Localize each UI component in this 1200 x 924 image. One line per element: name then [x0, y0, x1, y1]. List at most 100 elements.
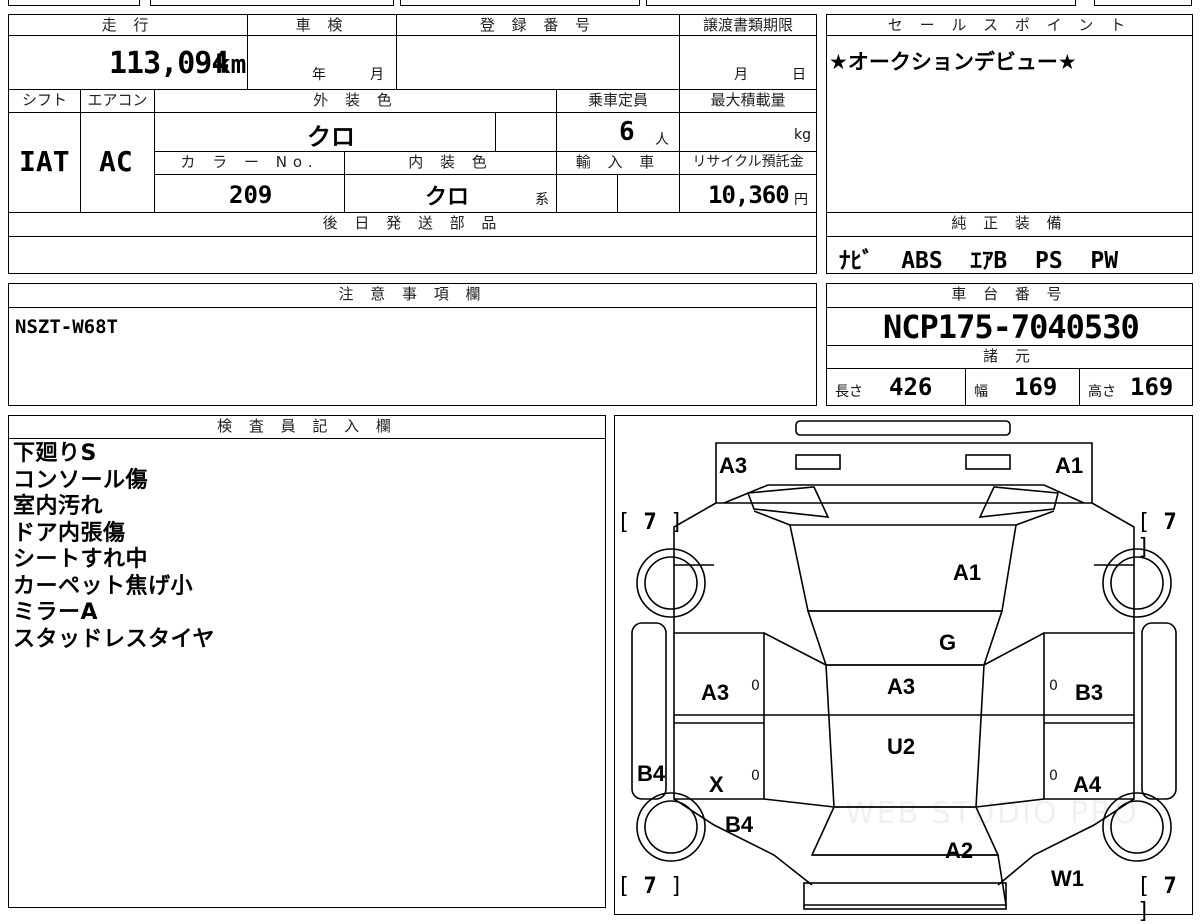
exterior-color-extra-cell	[495, 112, 557, 152]
later-parts-header: 後 日 発 送 部 品	[8, 212, 817, 237]
mark-hood: A1	[953, 560, 982, 585]
mark-roof: A3	[887, 674, 916, 699]
shaken-year-unit: 年	[312, 67, 326, 83]
inspector-line: 下廻りS	[13, 441, 97, 466]
sales-point-text: ★オークションデビュー★	[829, 50, 1077, 74]
transfer-deadline-header: 譲渡書類期限	[679, 14, 817, 36]
tire-rear-left: [ 7 ]	[617, 874, 684, 899]
inspector-lines: 下廻りS コンソール傷 室内汚れ ドア内張傷 シートすれ中 カーペット焦げ小 ミ…	[13, 441, 215, 653]
recycle-fee-value: 10,360	[708, 181, 790, 209]
mark-rear-door-left: X	[709, 772, 724, 797]
mark-rear-right: W1	[1051, 866, 1084, 891]
inspector-line: コンソール傷	[13, 467, 149, 493]
mark-windshield: G	[939, 630, 957, 655]
specs-width-label: 幅	[974, 384, 988, 400]
chassis-number-value: NCP175-7040530	[883, 308, 1140, 346]
shaken-month-unit: 月	[370, 67, 384, 83]
transfer-month-unit: 月	[734, 67, 748, 83]
notes-cell: NSZT-W68T	[8, 307, 817, 406]
exterior-color-cell: クロ	[154, 112, 496, 152]
notes-text: NSZT-W68T	[15, 316, 118, 338]
mark-front-door-right: B3	[1075, 680, 1104, 705]
inspector-line: スタッドレスタイヤ	[13, 626, 215, 652]
genuine-equipment-header: 純 正 装 備	[826, 212, 1193, 237]
genuine-equipment-items: ﾅﾋﾞ ABS ｴｱB PS PW	[839, 248, 1119, 274]
color-no-value: 209	[229, 181, 273, 209]
tire-front-left: [ 7 ]	[617, 510, 684, 535]
zero-marker: 0	[1049, 768, 1058, 784]
transfer-deadline-cell: 月 日	[679, 35, 817, 90]
shift-cell: IAT	[8, 112, 81, 213]
top-strip-cell-5	[1094, 0, 1192, 6]
top-strip-cell-2	[150, 0, 394, 6]
specs-length-label: 長さ	[835, 384, 863, 400]
capacity-header: 乗車定員	[556, 89, 680, 113]
capacity-unit: 人	[655, 132, 669, 148]
specs-width-value: 169	[1014, 373, 1058, 401]
exterior-color-value: クロ	[307, 123, 355, 151]
specs-length-cell: 長さ 426	[826, 368, 966, 406]
top-strip-cell-1	[8, 0, 140, 6]
mark-trunk: A2	[945, 838, 974, 863]
mileage-unit: km	[215, 50, 247, 80]
aircon-header: エアコン	[80, 89, 155, 113]
inspector-line: ミラーA	[13, 600, 99, 625]
recycle-fee-cell: 10,360 円	[679, 174, 817, 213]
exterior-color-header: 外 装 色	[154, 89, 557, 113]
zero-marker: 0	[1049, 678, 1058, 694]
inspector-line: カーペット焦げ小	[13, 573, 194, 599]
mark-front-left: A3	[719, 453, 748, 478]
top-strip-cell-4	[646, 0, 1076, 6]
tire-front-right: [ 7 ]	[1137, 510, 1177, 560]
specs-height-label: 高さ	[1088, 384, 1116, 400]
mark-front-door-left: A3	[701, 680, 730, 705]
color-no-header: カ ラ ー No.	[154, 151, 345, 175]
inspector-cell: 下廻りS コンソール傷 室内汚れ ドア内張傷 シートすれ中 カーペット焦げ小 ミ…	[8, 438, 606, 908]
genuine-equipment-cell: ﾅﾋﾞ ABS ｴｱB PS PW	[826, 236, 1193, 274]
import-cell-1	[556, 174, 618, 213]
recycle-fee-unit: 円	[794, 192, 808, 208]
later-parts-cell	[8, 236, 817, 274]
shaken-cell: 年 月	[247, 35, 397, 90]
transfer-day-unit: 日	[792, 67, 806, 83]
shift-header: シフト	[8, 89, 81, 113]
shift-value: IAT	[19, 145, 70, 178]
zero-marker: 0	[751, 678, 760, 694]
inspector-line: 室内汚れ	[13, 494, 104, 519]
car-outline	[631, 420, 1177, 910]
inspector-header: 検 査 員 記 入 欄	[8, 415, 606, 439]
mark-roof-rear: U2	[887, 734, 916, 759]
notes-header: 注 意 事 項 欄	[8, 283, 817, 308]
capacity-value: 6	[619, 117, 635, 147]
zero-marker: 0	[751, 768, 760, 784]
aircon-value: AC	[99, 145, 133, 178]
mark-rear-fender-left: B4	[725, 812, 754, 837]
capacity-cell: 6 人	[556, 112, 680, 152]
chassis-number-header: 車 台 番 号	[826, 283, 1193, 308]
mileage-value: 113,094	[109, 46, 229, 81]
specs-height-value: 169	[1130, 373, 1174, 401]
mark-rear-door-right: A4	[1073, 772, 1102, 797]
interior-color-header: 内 装 色	[344, 151, 557, 175]
sales-point-header: セ ー ル ス ポ イ ン ト	[826, 14, 1193, 36]
inspector-line: シートすれ中	[13, 547, 149, 572]
interior-color-value: クロ	[425, 185, 470, 210]
color-no-cell: 209	[154, 174, 345, 213]
mileage-header: 走 行	[8, 14, 248, 36]
mark-front-right: A1	[1055, 453, 1084, 478]
max-load-cell: kg	[679, 112, 817, 152]
car-diagram: A3 A1 A1 G A3 U2 A2 A3 B3 X A4 B4 B4 W1 …	[614, 415, 1193, 924]
max-load-header: 最大積載量	[679, 89, 817, 113]
shaken-header: 車 検	[247, 14, 397, 36]
max-load-unit: kg	[794, 127, 811, 143]
sales-point-cell: ★オークションデビュー★	[826, 35, 1193, 213]
registration-number-cell	[396, 35, 680, 90]
specs-width-cell: 幅 169	[965, 368, 1080, 406]
inspector-line: ドア内張傷	[13, 520, 126, 546]
chassis-number-cell: NCP175-7040530	[826, 307, 1193, 346]
specs-length-value: 426	[889, 373, 933, 401]
mileage-cell: 113,094 km	[8, 35, 248, 90]
tire-rear-right: [ 7 ]	[1137, 874, 1177, 924]
mark-sill-left: B4	[637, 761, 666, 786]
specs-header: 諸 元	[826, 345, 1193, 369]
